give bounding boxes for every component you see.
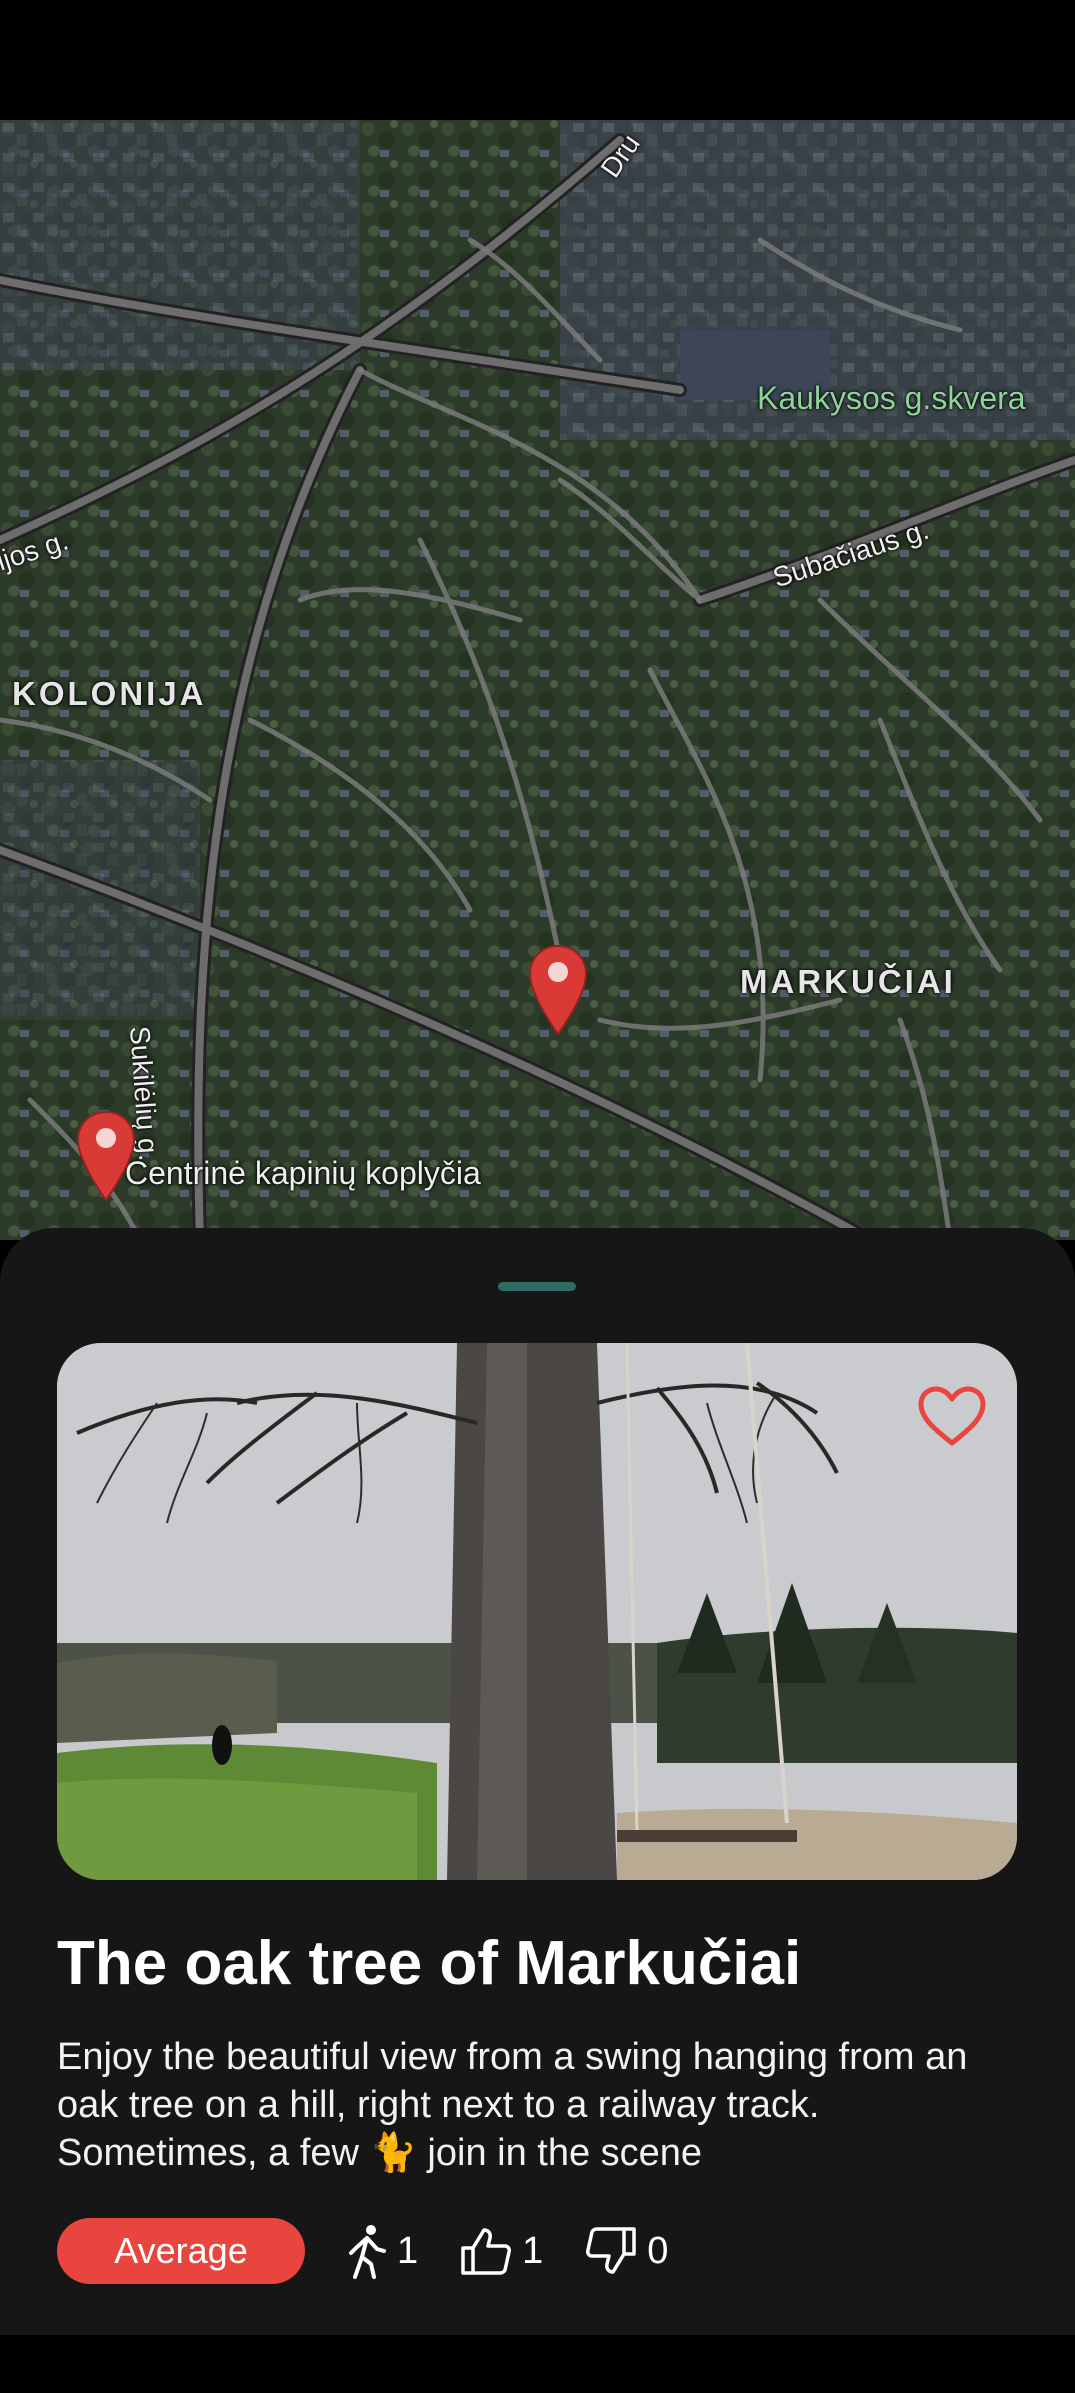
place-stats-row: Average 1 1 0 [57,2218,668,2284]
place-photo[interactable] [57,1343,1017,1880]
rating-badge: Average [57,2218,305,2284]
map-label-poi-chapel: Centrinė kapinių koplyčia [125,1155,481,1191]
map-view[interactable]: Dru Kaukysos g.skvera ijos g. Subačiaus … [0,120,1075,1240]
place-bottom-sheet[interactable]: The oak tree of Markučiai Enjoy the beau… [0,1228,1075,2335]
system-navigation-bar [0,2335,1075,2393]
likes-stat[interactable]: 1 [460,2226,543,2276]
dislikes-stat[interactable]: 0 [585,2226,668,2276]
dislikes-count: 0 [647,2229,669,2272]
map-label-district-kolonija: KOLONIJA [12,675,207,712]
visits-count: 1 [397,2229,419,2272]
heart-outline-icon[interactable] [917,1385,987,1449]
place-description: Enjoy the beautiful view from a swing ha… [57,2036,968,2174]
likes-count: 1 [522,2229,544,2272]
place-title: The oak tree of Markučiai [57,1929,802,1998]
thumbs-up-icon[interactable] [460,2226,512,2276]
map-pin-icon[interactable] [76,1110,136,1202]
map-label-park: Kaukysos g.skvera [757,380,1026,416]
map-label-district-markuciai: MARKUČIAI [740,963,956,1000]
oak-tree-photo-image [57,1343,1017,1880]
status-bar [0,0,1075,120]
thumbs-down-icon[interactable] [585,2226,637,2276]
map-pin-icon[interactable] [528,944,588,1036]
sheet-drag-handle[interactable] [498,1282,576,1291]
visits-stat: 1 [347,2223,418,2279]
walking-person-icon [349,2225,386,2279]
